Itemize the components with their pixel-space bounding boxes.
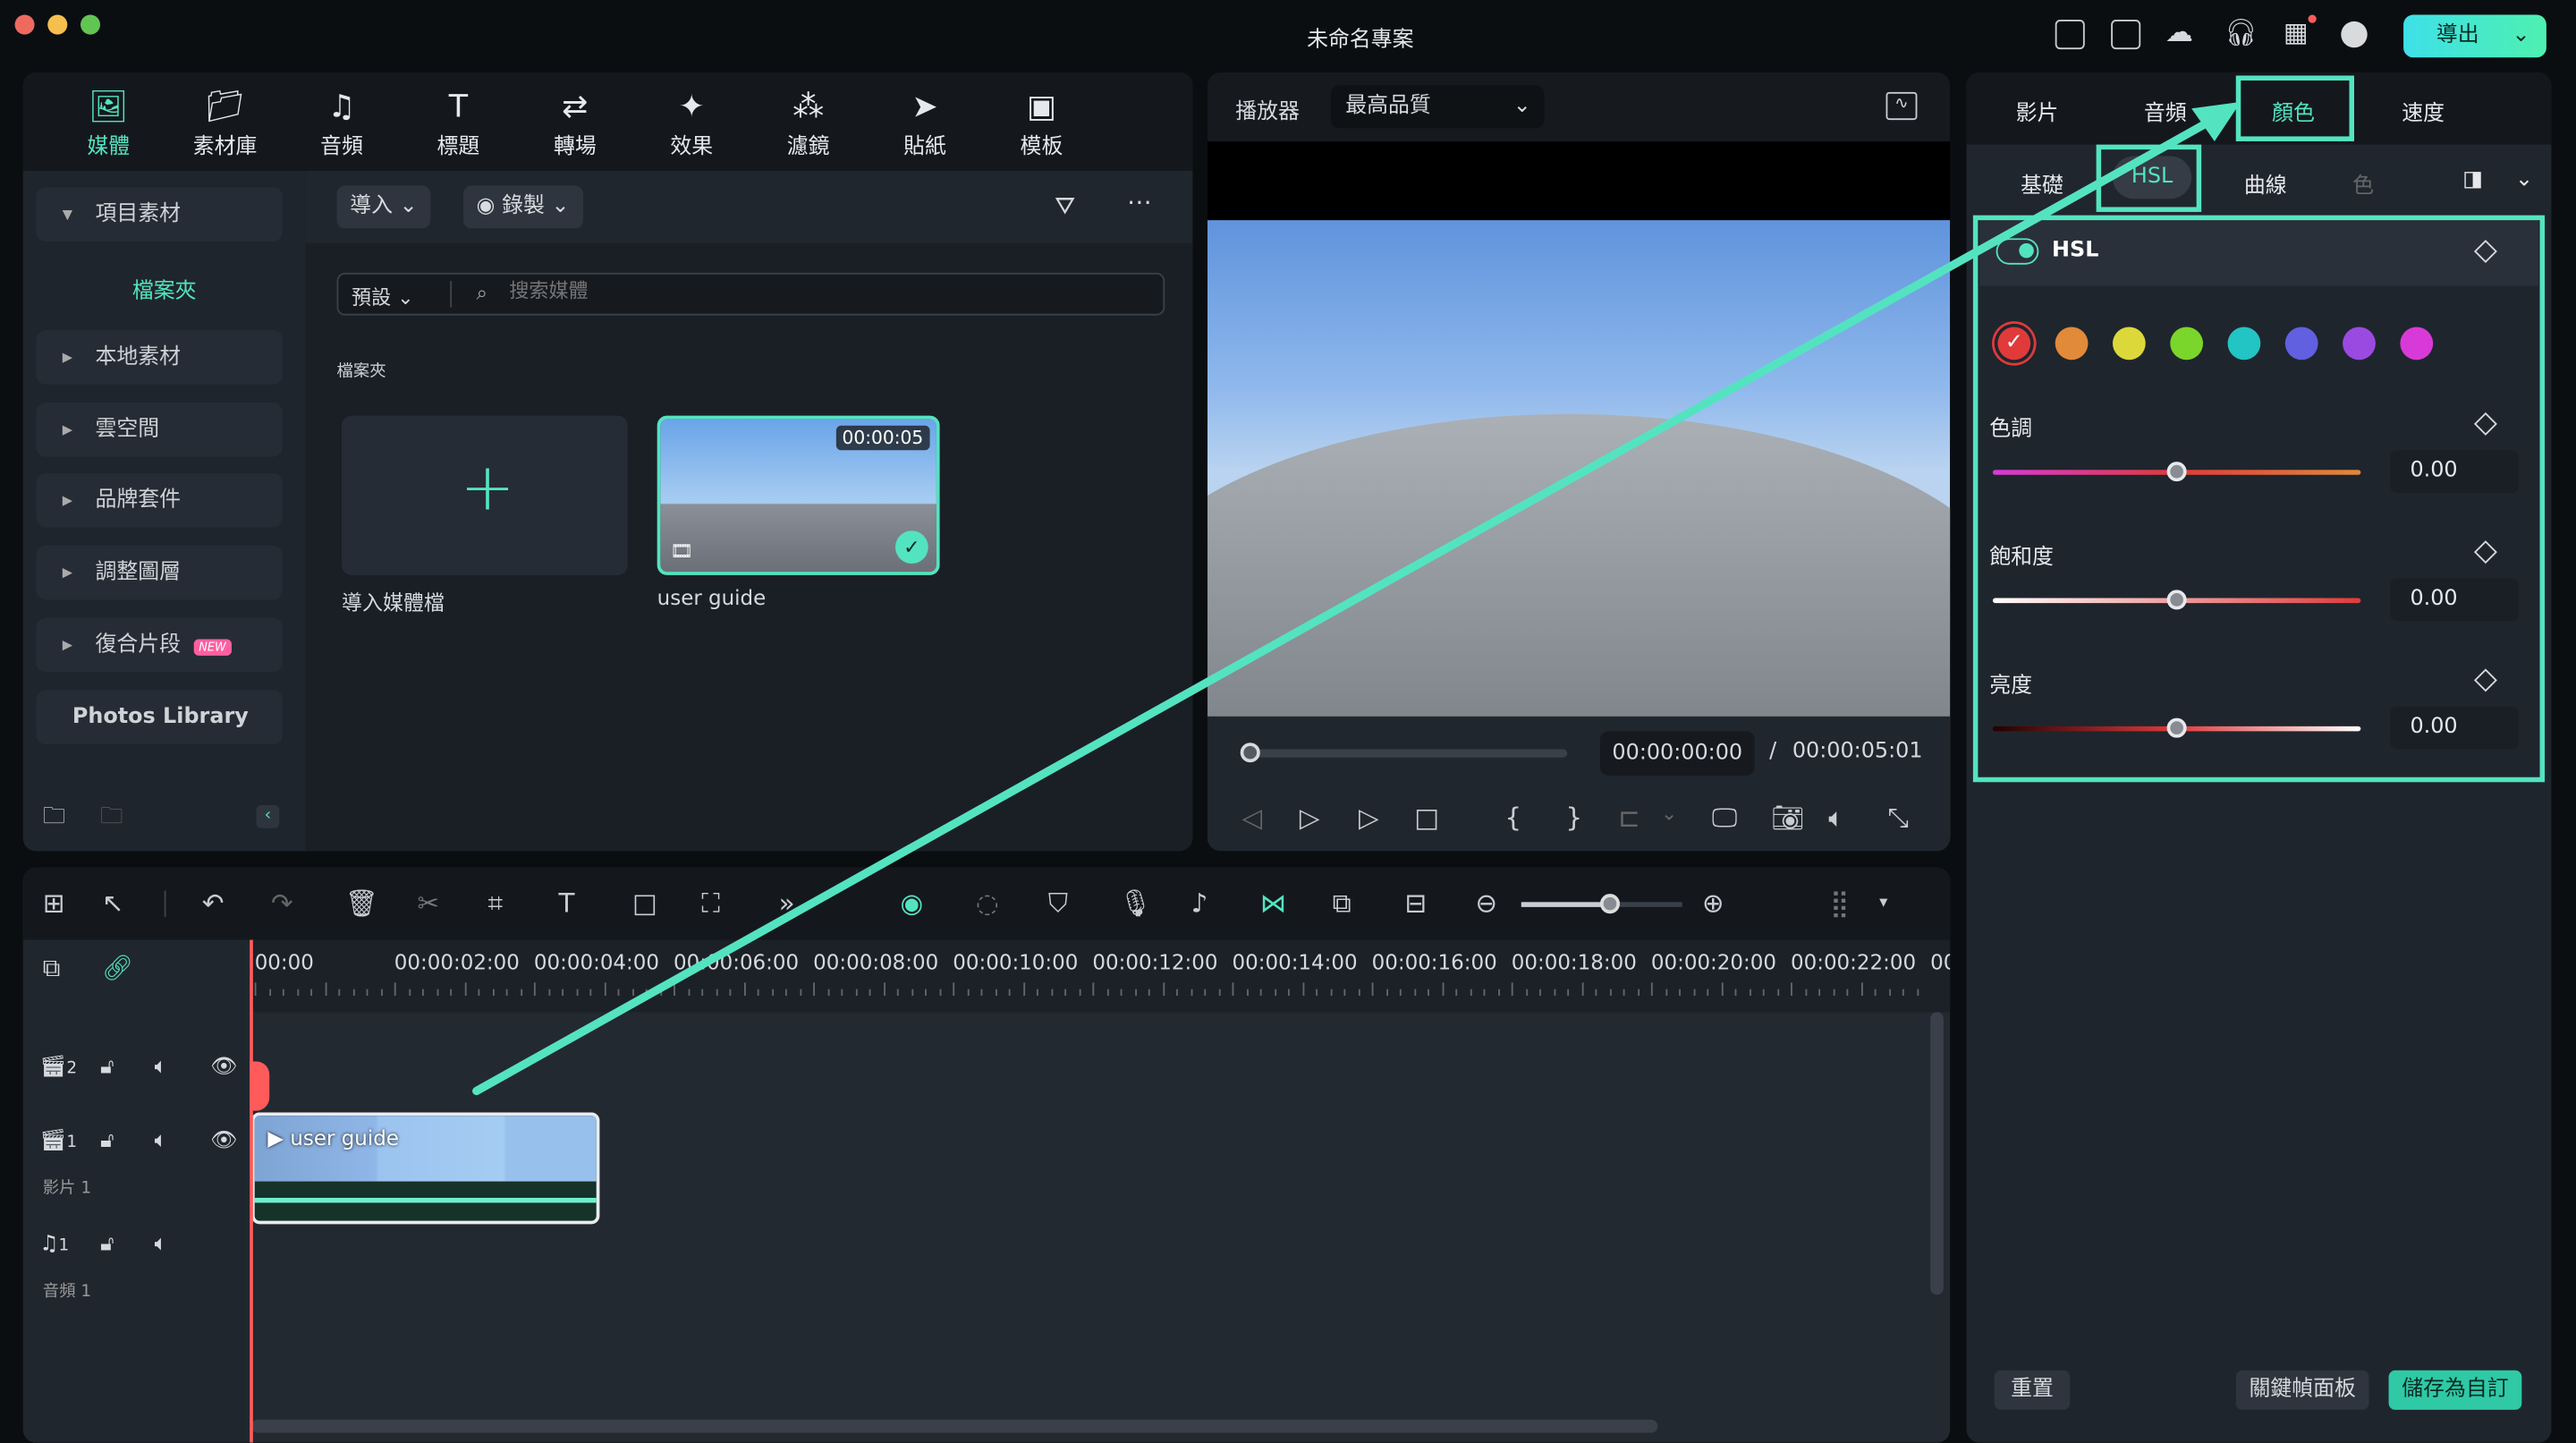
app-window: 未命名專案 ☁ 🎧︎ ▦ 導出 ⌄ 🖼︎ 媒體 📁︎ 素材庫 ♫ 音頻 T 標題 ⇄ 轉場 ✦ 效果 ⁂ 濾… bbox=[0, 0, 2576, 1443]
annotation-overlay bbox=[472, 101, 2241, 1096]
annotation-arrow-line bbox=[472, 110, 2225, 1096]
annotation-arrowhead bbox=[2191, 101, 2241, 141]
